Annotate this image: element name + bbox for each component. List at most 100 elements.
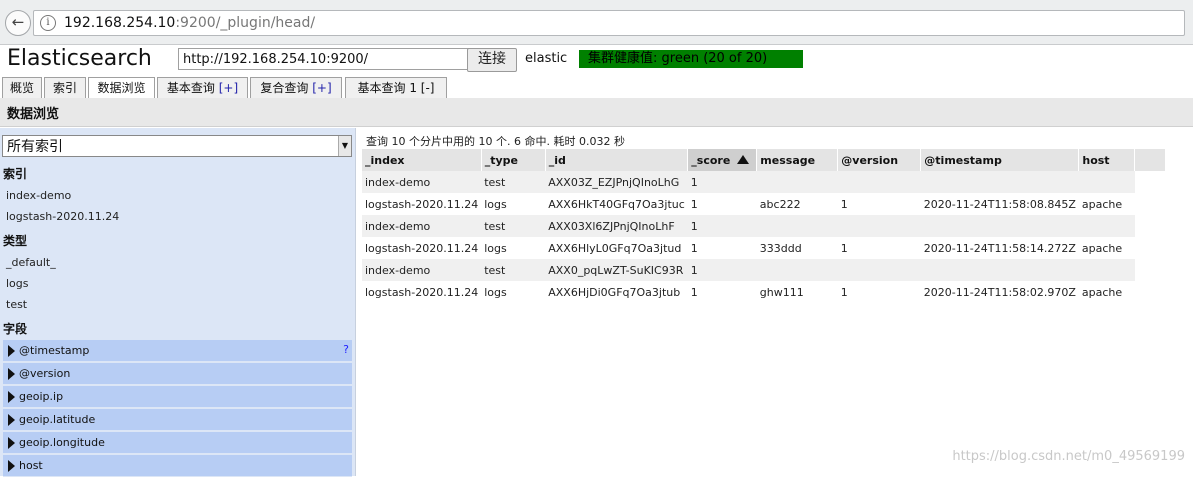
tab-overview[interactable]: 概览 xyxy=(2,77,42,98)
back-arrow-icon[interactable]: ← xyxy=(5,10,31,36)
table-cell: index-demo xyxy=(362,215,482,237)
section-title: 数据浏览 xyxy=(7,107,60,122)
table-cell: 2020-11-24T11:58:02.970Z xyxy=(923,285,1076,299)
address-bar[interactable]: i 192.168.254.10:9200/_plugin/head/ xyxy=(33,10,1185,36)
field-row-geoip-longitude[interactable]: geoip.longitude xyxy=(3,432,352,454)
table-cell: logstash-2020.11.24 xyxy=(365,197,479,211)
tab-indices[interactable]: 索引 xyxy=(44,77,86,98)
table-cell: AXX03Z_EZJPnjQInoLhG xyxy=(545,171,688,193)
filter-sidebar: 所有索引 ▼ 索引 index-demo logstash-2020.11.24… xyxy=(0,128,356,477)
field-row-geoip-ip[interactable]: geoip.ip xyxy=(3,386,352,408)
tab-basic-query-1[interactable]: 基本查询 1 [-] xyxy=(345,77,447,98)
field-label: @version xyxy=(19,367,71,380)
table-cell xyxy=(756,259,838,281)
table-cell: AXX6HlyL0GFq7Oa3jtud xyxy=(548,241,682,255)
table-cell: logs xyxy=(484,197,507,211)
column-label: _score xyxy=(691,153,731,167)
table-cell xyxy=(920,171,1079,193)
table-cell: logs xyxy=(484,241,507,255)
tab-label: 索引 xyxy=(52,81,77,95)
type-item[interactable]: test xyxy=(6,298,27,311)
query-summary: 查询 10 个分片中用的 10 个. 6 命中. 耗时 0.032 秒 xyxy=(366,135,625,148)
field-row-version[interactable]: @version xyxy=(3,363,352,385)
table-cell: 1 xyxy=(687,259,757,281)
tab-basic-query[interactable]: 基本查询 [+] xyxy=(157,77,248,98)
expand-triangle-icon[interactable] xyxy=(8,460,15,472)
table-cell: 2020-11-24T11:58:14.272Z xyxy=(923,241,1076,255)
table-cell xyxy=(920,259,1079,281)
field-label: host xyxy=(19,459,43,472)
field-row-host[interactable]: host xyxy=(3,455,352,477)
table-row[interactable]: index-demo test AXX03Z_EZJPnjQInoLhG 1 xyxy=(362,171,1166,193)
tab-label: 复合查询 xyxy=(260,81,309,95)
column-header[interactable]: _id xyxy=(545,149,689,171)
indices-header: 索引 xyxy=(3,167,28,181)
column-header[interactable]: _type xyxy=(481,149,546,171)
column-header[interactable]: host xyxy=(1078,149,1136,171)
table-row[interactable]: logstash-2020.11.24 logs AXX6HjDi0GFq7Oa… xyxy=(362,281,1166,303)
results-panel: 查询 10 个分片中用的 10 个. 6 命中. 耗时 0.032 秒 _ind… xyxy=(356,128,1193,476)
field-row-timestamp[interactable]: @timestamp ? xyxy=(3,340,352,362)
expand-triangle-icon[interactable] xyxy=(8,368,15,380)
table-row[interactable]: logstash-2020.11.24 logs AXX6HlyL0GFq7Oa… xyxy=(362,237,1166,259)
sort-ascending-icon[interactable] xyxy=(737,154,750,164)
expand-triangle-icon[interactable] xyxy=(8,391,15,403)
expand-triangle-icon[interactable] xyxy=(8,345,15,357)
column-header-sorted[interactable]: _score xyxy=(687,149,758,171)
app-title: Elasticsearch xyxy=(7,46,152,71)
table-cell: logstash-2020.11.24 xyxy=(365,241,479,255)
table-cell: 1 xyxy=(687,171,757,193)
table-row[interactable]: index-demo test AXX03Xl6ZJPnjQInoLhF 1 xyxy=(362,215,1166,237)
table-header-row: _index _type _id _score message @version… xyxy=(362,149,1167,171)
table-cell: 1 xyxy=(840,197,848,211)
dropdown-arrow-icon[interactable]: ▼ xyxy=(338,136,351,156)
table-cell: AXX6HjDi0GFq7Oa3jtub xyxy=(548,285,681,299)
table-cell xyxy=(1078,215,1135,237)
column-header[interactable]: @timestamp xyxy=(920,149,1080,171)
table-cell xyxy=(756,215,838,237)
table-cell: abc222 xyxy=(759,197,801,211)
column-header[interactable]: @version xyxy=(837,149,922,171)
url-text[interactable]: 192.168.254.10:9200/_plugin/head/ xyxy=(64,15,315,31)
index-item[interactable]: logstash-2020.11.24 xyxy=(6,210,119,223)
tab-close-toggle[interactable]: [-] xyxy=(421,81,435,95)
table-cell: apache xyxy=(1081,241,1123,255)
url-host: 192.168.254.10 xyxy=(64,15,176,31)
table-cell: apache xyxy=(1081,197,1123,211)
table-row[interactable]: index-demo test AXX0_pqLwZT-SuKIC93R 1 xyxy=(362,259,1166,281)
field-label: geoip.latitude xyxy=(19,413,96,426)
types-header: 类型 xyxy=(3,234,28,248)
browser-toolbar: ← i 192.168.254.10:9200/_plugin/head/ xyxy=(0,0,1193,45)
tab-compound-query[interactable]: 复合查询 [+] xyxy=(250,77,342,98)
cluster-name: elastic xyxy=(525,51,568,66)
expand-triangle-icon[interactable] xyxy=(8,437,15,449)
tab-add-toggle[interactable]: [+] xyxy=(219,81,238,95)
column-header[interactable]: _index xyxy=(362,149,482,171)
table-cell xyxy=(756,171,838,193)
column-header[interactable]: message xyxy=(756,149,839,171)
table-cell: index-demo xyxy=(362,171,482,193)
app-header: Elasticsearch 连接 elastic 集群健康值: green (2… xyxy=(0,44,1193,75)
table-cell: 1 xyxy=(690,197,698,211)
tab-label: 基本查询 xyxy=(166,81,215,95)
type-item[interactable]: logs xyxy=(6,277,29,290)
table-cell: logstash-2020.11.24 xyxy=(365,285,479,299)
index-item[interactable]: index-demo xyxy=(6,189,71,202)
table-cell: logs xyxy=(484,285,507,299)
table-cell: AXX0_pqLwZT-SuKIC93R xyxy=(545,259,688,281)
table-row[interactable]: logstash-2020.11.24 logs AXX6HkT40GFq7Oa… xyxy=(362,193,1166,215)
help-icon[interactable]: ? xyxy=(343,343,349,356)
tab-add-toggle[interactable]: [+] xyxy=(312,81,331,95)
info-icon[interactable]: i xyxy=(40,15,56,31)
tab-browser[interactable]: 数据浏览 xyxy=(88,77,155,99)
field-row-geoip-latitude[interactable]: geoip.latitude xyxy=(3,409,352,431)
table-cell: test xyxy=(481,259,546,281)
expand-triangle-icon[interactable] xyxy=(8,414,15,426)
table-cell: ghw111 xyxy=(759,285,804,299)
connect-button[interactable]: 连接 xyxy=(467,48,517,72)
type-item[interactable]: _default_ xyxy=(6,256,56,269)
cluster-url-input[interactable] xyxy=(178,48,472,70)
table-cell xyxy=(837,259,921,281)
results-table: _index _type _id _score message @version… xyxy=(362,149,1167,303)
index-select[interactable]: 所有索引 ▼ xyxy=(2,135,352,157)
